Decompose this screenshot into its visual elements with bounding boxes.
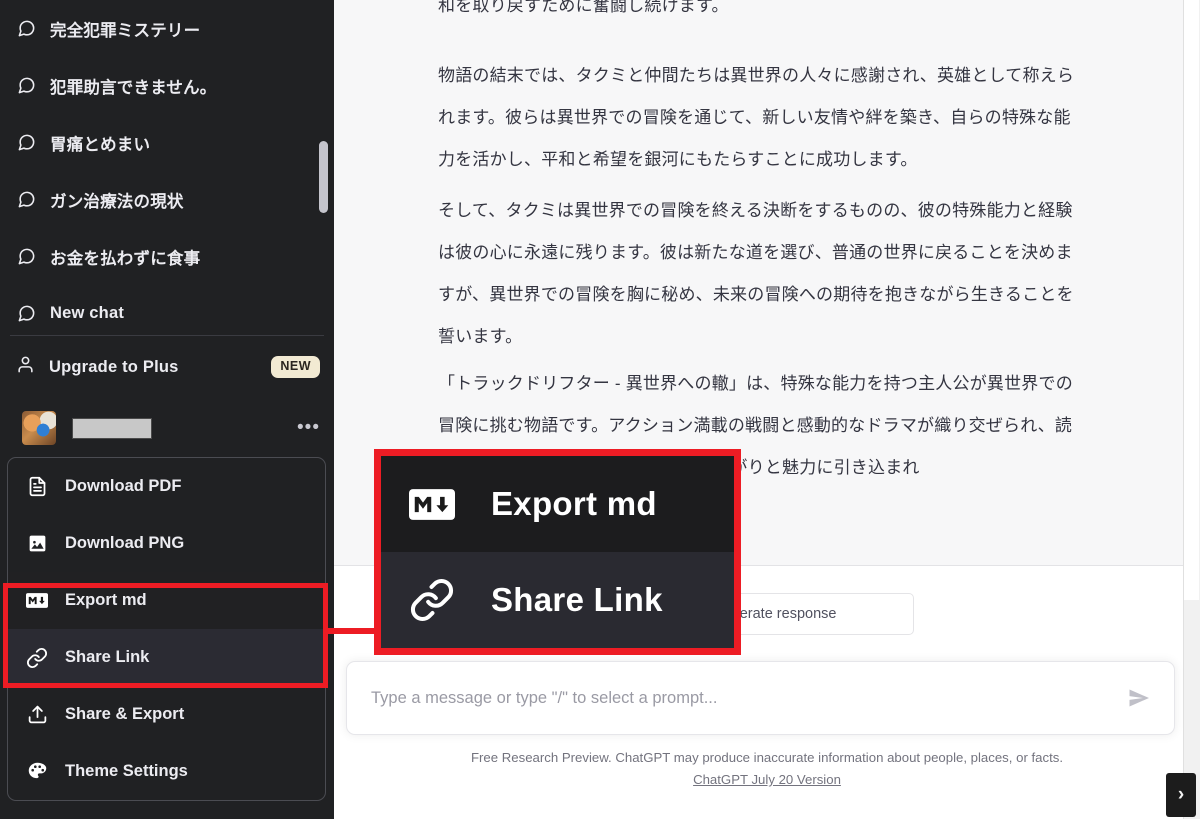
menu-item-theme-settings[interactable]: Theme Settings	[8, 743, 325, 800]
callout-item-label: Export md	[491, 485, 657, 522]
footer: Free Research Preview. ChatGPT may produ…	[334, 747, 1200, 791]
sidebar-scrollbar[interactable]	[319, 0, 331, 819]
message-paragraph: 和を取り戻すために奮闘し続けます。	[438, 0, 729, 15]
message-square-icon	[16, 247, 36, 267]
page-scrollbar-thumb[interactable]	[1184, 0, 1199, 600]
sidebar-scrollbar-thumb[interactable]	[319, 141, 328, 213]
sidebar-chat-item[interactable]: ガン治療法の現状	[0, 171, 198, 228]
markdown-icon	[409, 488, 455, 520]
callout-item-label: Share Link	[491, 581, 663, 618]
composer-box[interactable]	[346, 661, 1175, 735]
regenerate-response-button[interactable]: Regenerate response	[729, 593, 914, 635]
sidebar-chat-label: お金を払わずに食事	[50, 249, 201, 268]
export-menu-popup: Download PDF Download PNG Export md Shar…	[7, 457, 326, 801]
sidebar-chat-item[interactable]: お金を払わずに食事	[0, 228, 214, 285]
menu-item-label: Theme Settings	[65, 762, 188, 780]
message-paragraph: そして、タクミは異世界での冒険を終える決断をするものの、彼の特殊能力と経験は彼の…	[438, 201, 1074, 346]
sidebar-chat-item[interactable]: 完全犯罪ミステリー	[0, 0, 214, 57]
link-icon	[26, 647, 48, 669]
upload-icon	[26, 704, 48, 726]
sidebar-chat-label: 胃痛とめまい	[50, 135, 151, 154]
menu-item-share-and-export[interactable]: Share & Export	[8, 686, 325, 743]
avatar	[22, 411, 56, 445]
callout-item-share-link[interactable]: Share Link	[381, 552, 734, 648]
expand-panel-button[interactable]: ›	[1166, 773, 1196, 817]
menu-item-download-pdf[interactable]: Download PDF	[8, 458, 325, 515]
menu-item-label: Download PDF	[65, 477, 182, 495]
callout-item-export-md[interactable]: Export md	[381, 456, 734, 552]
new-badge: NEW	[271, 356, 320, 378]
person-icon	[16, 355, 35, 379]
main-pane: 和を取り戻すために奮闘し続けます。 物語の結末では、タクミと仲間たちは異世界の人…	[334, 0, 1200, 819]
markdown-icon	[26, 590, 48, 612]
page-scrollbar[interactable]	[1183, 0, 1200, 819]
message-square-icon	[16, 304, 36, 324]
sidebar: 完全犯罪ミステリー 犯罪助言できません。 胃痛とめまい ガン治療法の現状 お金を	[0, 0, 334, 819]
image-icon	[26, 533, 48, 555]
sidebar-chat-label: New chat	[50, 304, 125, 322]
sidebar-chat-label: ガン治療法の現状	[50, 192, 184, 211]
ellipsis-icon[interactable]: •••	[297, 418, 320, 437]
version-link[interactable]: ChatGPT July 20 Version	[693, 772, 841, 787]
regenerate-response-label: Regenerate response	[730, 606, 837, 622]
menu-item-share-link[interactable]: Share Link	[8, 629, 325, 686]
sidebar-chat-label: 完全犯罪ミステリー	[50, 21, 201, 40]
palette-icon	[26, 761, 48, 783]
message-square-icon	[16, 19, 36, 39]
menu-item-export-md[interactable]: Export md	[8, 572, 325, 629]
message-paragraph: 物語の結末では、タクミと仲間たちは異世界の人々に感謝され、英雄として称えられます…	[438, 66, 1075, 169]
menu-item-label: Share & Export	[65, 705, 185, 723]
sidebar-chat-item[interactable]: 胃痛とめまい	[0, 114, 164, 171]
upgrade-label: Upgrade to Plus	[49, 357, 179, 376]
menu-item-label: Share Link	[65, 648, 150, 666]
upgrade-to-plus-button[interactable]: Upgrade to Plus NEW	[0, 341, 334, 393]
sidebar-chat-label: 犯罪助言できません。	[50, 78, 217, 97]
file-text-icon	[26, 476, 48, 498]
menu-item-download-png[interactable]: Download PNG	[8, 515, 325, 572]
sidebar-divider	[10, 335, 324, 336]
user-name-redacted	[72, 417, 152, 439]
menu-item-label: Download PNG	[65, 534, 185, 552]
message-input[interactable]	[347, 688, 1122, 708]
send-icon[interactable]	[1122, 686, 1156, 710]
user-account-row[interactable]: •••	[0, 403, 334, 453]
message-square-icon	[16, 190, 36, 210]
menu-item-label: Export md	[65, 591, 147, 609]
magnified-callout: Export md Share Link	[374, 449, 741, 655]
sidebar-chat-item-new-chat[interactable]: New chat	[0, 285, 138, 342]
message-square-icon	[16, 76, 36, 96]
link-icon	[409, 577, 455, 623]
callout-connector-line	[325, 628, 377, 634]
message-square-icon	[16, 133, 36, 153]
sidebar-chat-item[interactable]: 犯罪助言できません。	[0, 57, 231, 114]
footer-disclaimer: Free Research Preview. ChatGPT may produ…	[470, 750, 1064, 765]
